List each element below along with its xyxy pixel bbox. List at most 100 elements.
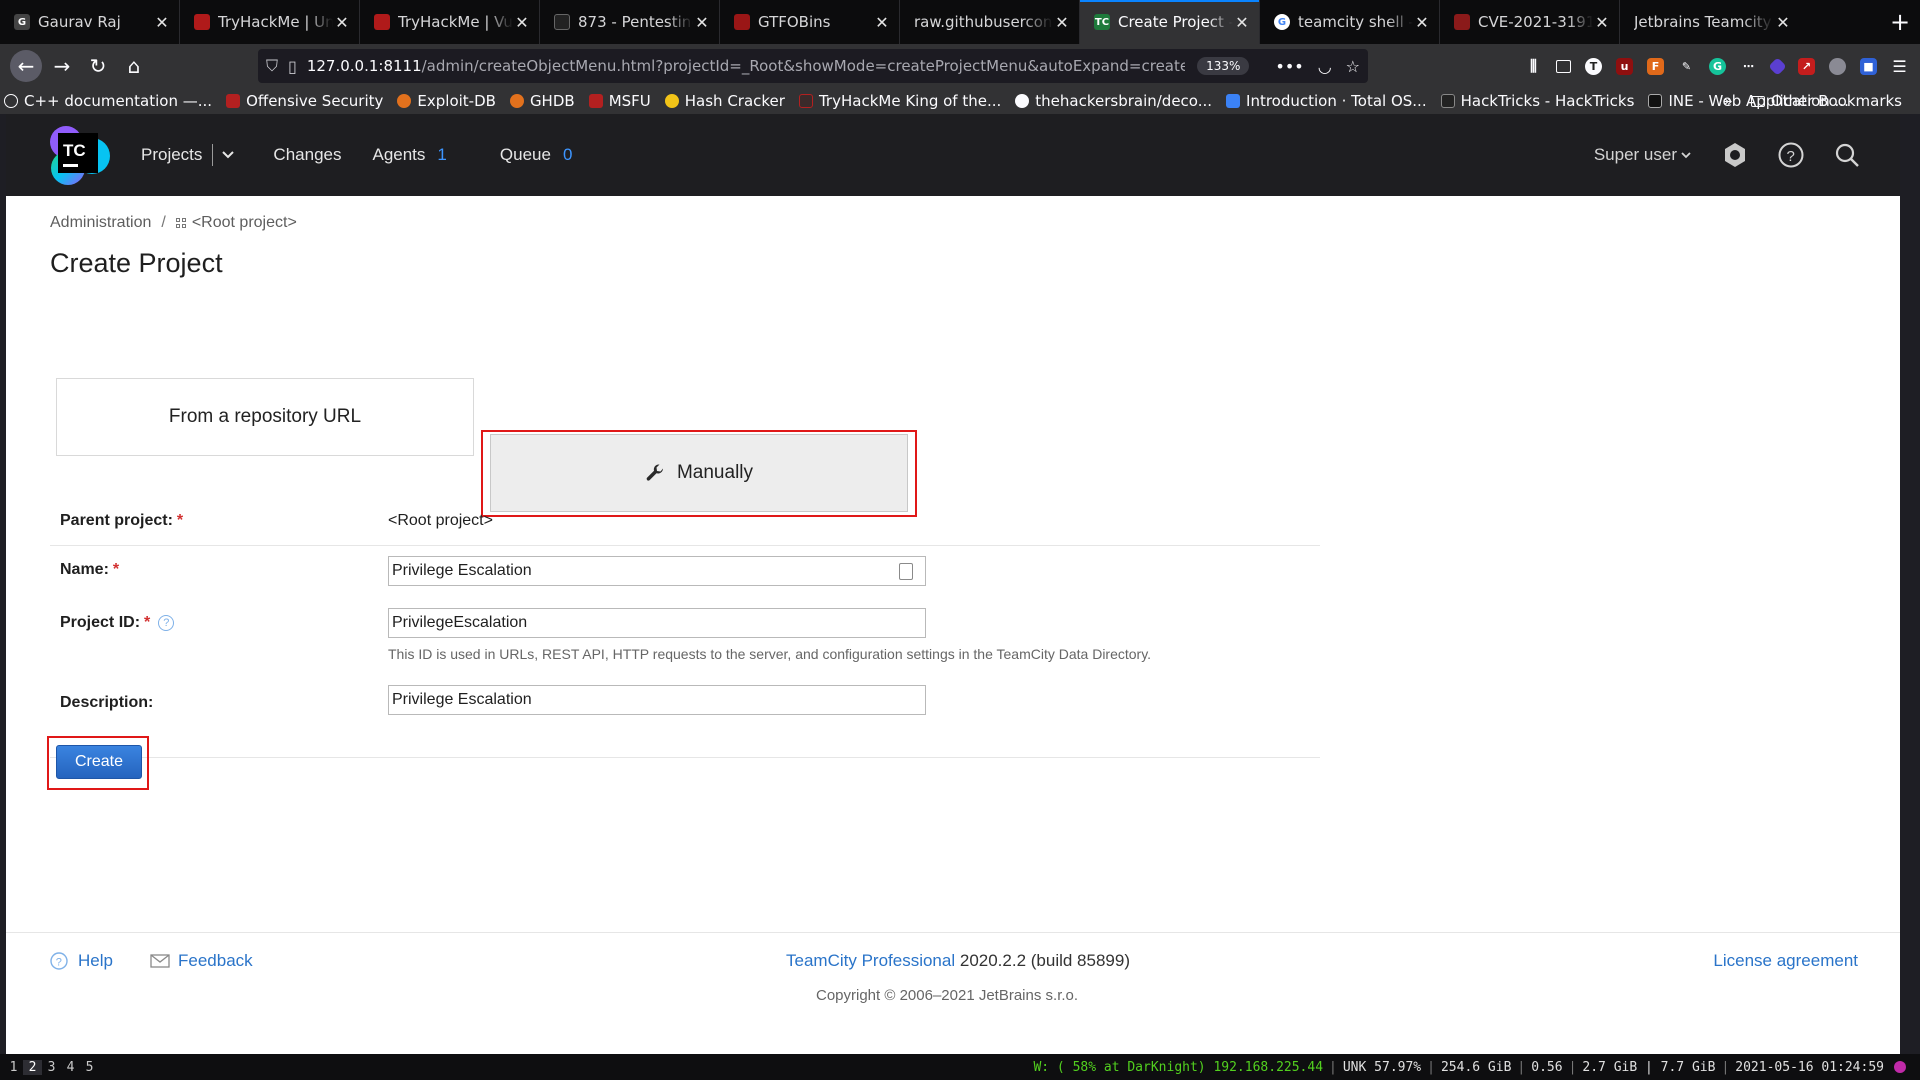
other-bookmarks[interactable]: Other Bookmarks bbox=[1750, 92, 1902, 110]
close-icon[interactable]: ✕ bbox=[1593, 13, 1611, 32]
browser-tab[interactable]: TryHackMe | Unstable✕ bbox=[180, 0, 360, 44]
chevron-down-icon[interactable] bbox=[221, 150, 235, 160]
sidebar-icon[interactable] bbox=[1556, 59, 1571, 73]
new-tab-button[interactable]: + bbox=[1880, 0, 1920, 44]
system-info: W: ( 58% at DarKnight) 192.168.225.44 | … bbox=[1033, 1054, 1906, 1080]
administration-gear-icon[interactable] bbox=[1722, 142, 1748, 168]
hexagon-extension-icon[interactable] bbox=[1768, 56, 1787, 76]
browser-tab[interactable]: G Gaurav Raj ✕ bbox=[0, 0, 180, 44]
bookmark-item[interactable]: GHDB bbox=[509, 92, 575, 110]
create-button[interactable]: Create bbox=[56, 745, 142, 779]
home-button[interactable]: ⌂ bbox=[118, 50, 150, 82]
wappalyzer-icon[interactable]: ✎ bbox=[1678, 58, 1695, 75]
browser-tab[interactable]: Jetbrains Teamcity : CVE✕ bbox=[1620, 0, 1800, 44]
feedback-link[interactable]: Feedback bbox=[150, 951, 253, 971]
close-icon[interactable]: ✕ bbox=[513, 13, 531, 32]
teamcity-professional-link[interactable]: TeamCity Professional bbox=[786, 951, 955, 970]
workspace-button[interactable]: 1 bbox=[4, 1060, 23, 1075]
bookmark-item[interactable]: thehackersbrain/deco... bbox=[1015, 92, 1212, 110]
hash-cracker-icon bbox=[664, 94, 679, 108]
help-question-icon[interactable]: ? bbox=[158, 614, 175, 631]
breadcrumb-administration[interactable]: Administration bbox=[50, 214, 151, 232]
help-link[interactable]: ? Help bbox=[50, 951, 113, 971]
workspace-button[interactable]: 5 bbox=[80, 1060, 99, 1075]
tab-title: Jetbrains Teamcity : CVE bbox=[1634, 13, 1774, 31]
close-icon[interactable]: ✕ bbox=[153, 13, 171, 32]
teamcity-logo[interactable]: TC bbox=[46, 122, 112, 188]
close-icon[interactable]: ✕ bbox=[1053, 13, 1071, 32]
breadcrumb-root-project[interactable]: <Root project> bbox=[192, 214, 297, 232]
search-icon[interactable] bbox=[1834, 142, 1860, 168]
description-input[interactable]: Privilege Escalation bbox=[388, 685, 926, 715]
foxyproxy-icon[interactable]: F bbox=[1647, 57, 1664, 75]
bookmark-item[interactable]: Hash Cracker bbox=[664, 92, 785, 110]
browser-tab[interactable]: raw.githubusercontent✕ bbox=[900, 0, 1080, 44]
back-button[interactable]: ← bbox=[10, 50, 42, 82]
bookmark-label: GHDB bbox=[529, 92, 575, 110]
close-icon[interactable]: ✕ bbox=[1413, 13, 1431, 32]
version-text: 2020.2.2 (build 85899) bbox=[959, 951, 1130, 970]
folder-icon bbox=[1750, 95, 1765, 107]
ublock-icon[interactable]: u bbox=[1616, 57, 1633, 75]
browser-tab[interactable]: CVE-2021-31910 | JetBrains✕ bbox=[1440, 0, 1620, 44]
close-icon[interactable]: ✕ bbox=[333, 13, 351, 32]
bookmark-item[interactable]: Exploit-DB bbox=[397, 92, 496, 110]
user-menu[interactable]: Super user bbox=[1594, 145, 1692, 165]
gitbook-icon bbox=[1226, 94, 1241, 108]
bookmark-label: Offensive Security bbox=[246, 92, 384, 110]
forward-button[interactable]: → bbox=[46, 50, 78, 82]
redirect-extension-icon[interactable]: ↗ bbox=[1798, 57, 1815, 75]
url-bar[interactable]: ⛉ ▯ 127.0.0.1:8111/admin/createObjectMen… bbox=[258, 49, 1368, 83]
chevron-double-right-icon[interactable]: » bbox=[1724, 92, 1733, 110]
close-icon[interactable]: ✕ bbox=[693, 13, 711, 32]
tray-icon[interactable] bbox=[1894, 1061, 1906, 1073]
browser-tab[interactable]: TryHackMe | VulnNet✕ bbox=[360, 0, 540, 44]
page-actions-icon[interactable]: ••• bbox=[1275, 57, 1303, 76]
help-circle-icon: ? bbox=[50, 952, 68, 970]
license-agreement-link[interactable]: License agreement bbox=[1713, 951, 1858, 971]
contact-card-icon[interactable] bbox=[899, 563, 913, 580]
translate-extension-icon[interactable]: T bbox=[1585, 57, 1602, 75]
browser-tab[interactable]: Gteamcity shell - Google✕ bbox=[1260, 0, 1440, 44]
browser-tab[interactable]: GTFOBins ✕ bbox=[720, 0, 900, 44]
nav-changes[interactable]: Changes bbox=[273, 145, 341, 165]
bookmark-item[interactable]: Introduction · Total OS... bbox=[1226, 92, 1427, 110]
bookmark-item[interactable]: HackTricks - HackTricks bbox=[1440, 92, 1634, 110]
svg-text:?: ? bbox=[1787, 148, 1795, 165]
bookmark-item[interactable]: C++ documentation —... bbox=[4, 92, 212, 110]
zoom-indicator[interactable]: 133% bbox=[1197, 57, 1250, 75]
from-repository-url-option[interactable]: From a repository URL bbox=[56, 378, 474, 456]
library-icon[interactable]: ⫼ bbox=[1525, 57, 1542, 75]
url-text[interactable]: 127.0.0.1:8111/admin/createObjectMenu.ht… bbox=[307, 57, 1185, 75]
shield-icon[interactable]: ⛉ bbox=[266, 56, 278, 76]
reload-button[interactable]: ↻ bbox=[82, 50, 114, 82]
close-icon[interactable]: ✕ bbox=[1233, 13, 1251, 32]
menu-icon[interactable]: ☰ bbox=[1891, 57, 1908, 76]
workspace-button-current[interactable]: 2 bbox=[23, 1059, 42, 1075]
nav-queue[interactable]: Queue 0 bbox=[500, 145, 573, 165]
page-info-icon[interactable]: ▯ bbox=[288, 57, 297, 76]
bookmark-item[interactable]: MSFU bbox=[588, 92, 651, 110]
bookmark-item[interactable]: Offensive Security bbox=[226, 92, 383, 110]
project-id-input[interactable]: PrivilegeEscalation bbox=[388, 608, 926, 638]
parent-project-label: Parent project: * bbox=[60, 512, 183, 530]
pocket-icon[interactable]: ◡ bbox=[1318, 57, 1332, 76]
browser-tab[interactable]: 873 - Pentesting Rsync✕ bbox=[540, 0, 720, 44]
tab-favicon bbox=[194, 14, 210, 30]
bookmark-star-icon[interactable]: ☆ bbox=[1346, 57, 1360, 76]
close-icon[interactable]: ✕ bbox=[1774, 13, 1792, 32]
load-status: 0.56 bbox=[1531, 1059, 1563, 1075]
nav-agents[interactable]: Agents 1 bbox=[372, 145, 446, 165]
workspace-button[interactable]: 3 bbox=[42, 1060, 61, 1075]
grammarly-icon[interactable]: G bbox=[1709, 57, 1726, 75]
nav-projects[interactable]: Projects bbox=[141, 145, 202, 165]
workspace-button[interactable]: 4 bbox=[61, 1060, 80, 1075]
help-icon[interactable]: ? bbox=[1778, 142, 1804, 168]
bookmark-item[interactable]: TryHackMe King of the... bbox=[798, 92, 1001, 110]
name-input[interactable]: Privilege Escalation bbox=[388, 556, 926, 586]
close-icon[interactable]: ✕ bbox=[873, 13, 891, 32]
shield-extension-icon[interactable]: ■ bbox=[1860, 57, 1877, 75]
browser-tab-active[interactable]: TC Create Project — TeamCity✕ bbox=[1080, 0, 1260, 44]
extension-more-icon[interactable]: ⋯ bbox=[1740, 58, 1757, 75]
cookie-editor-icon[interactable] bbox=[1829, 57, 1846, 75]
